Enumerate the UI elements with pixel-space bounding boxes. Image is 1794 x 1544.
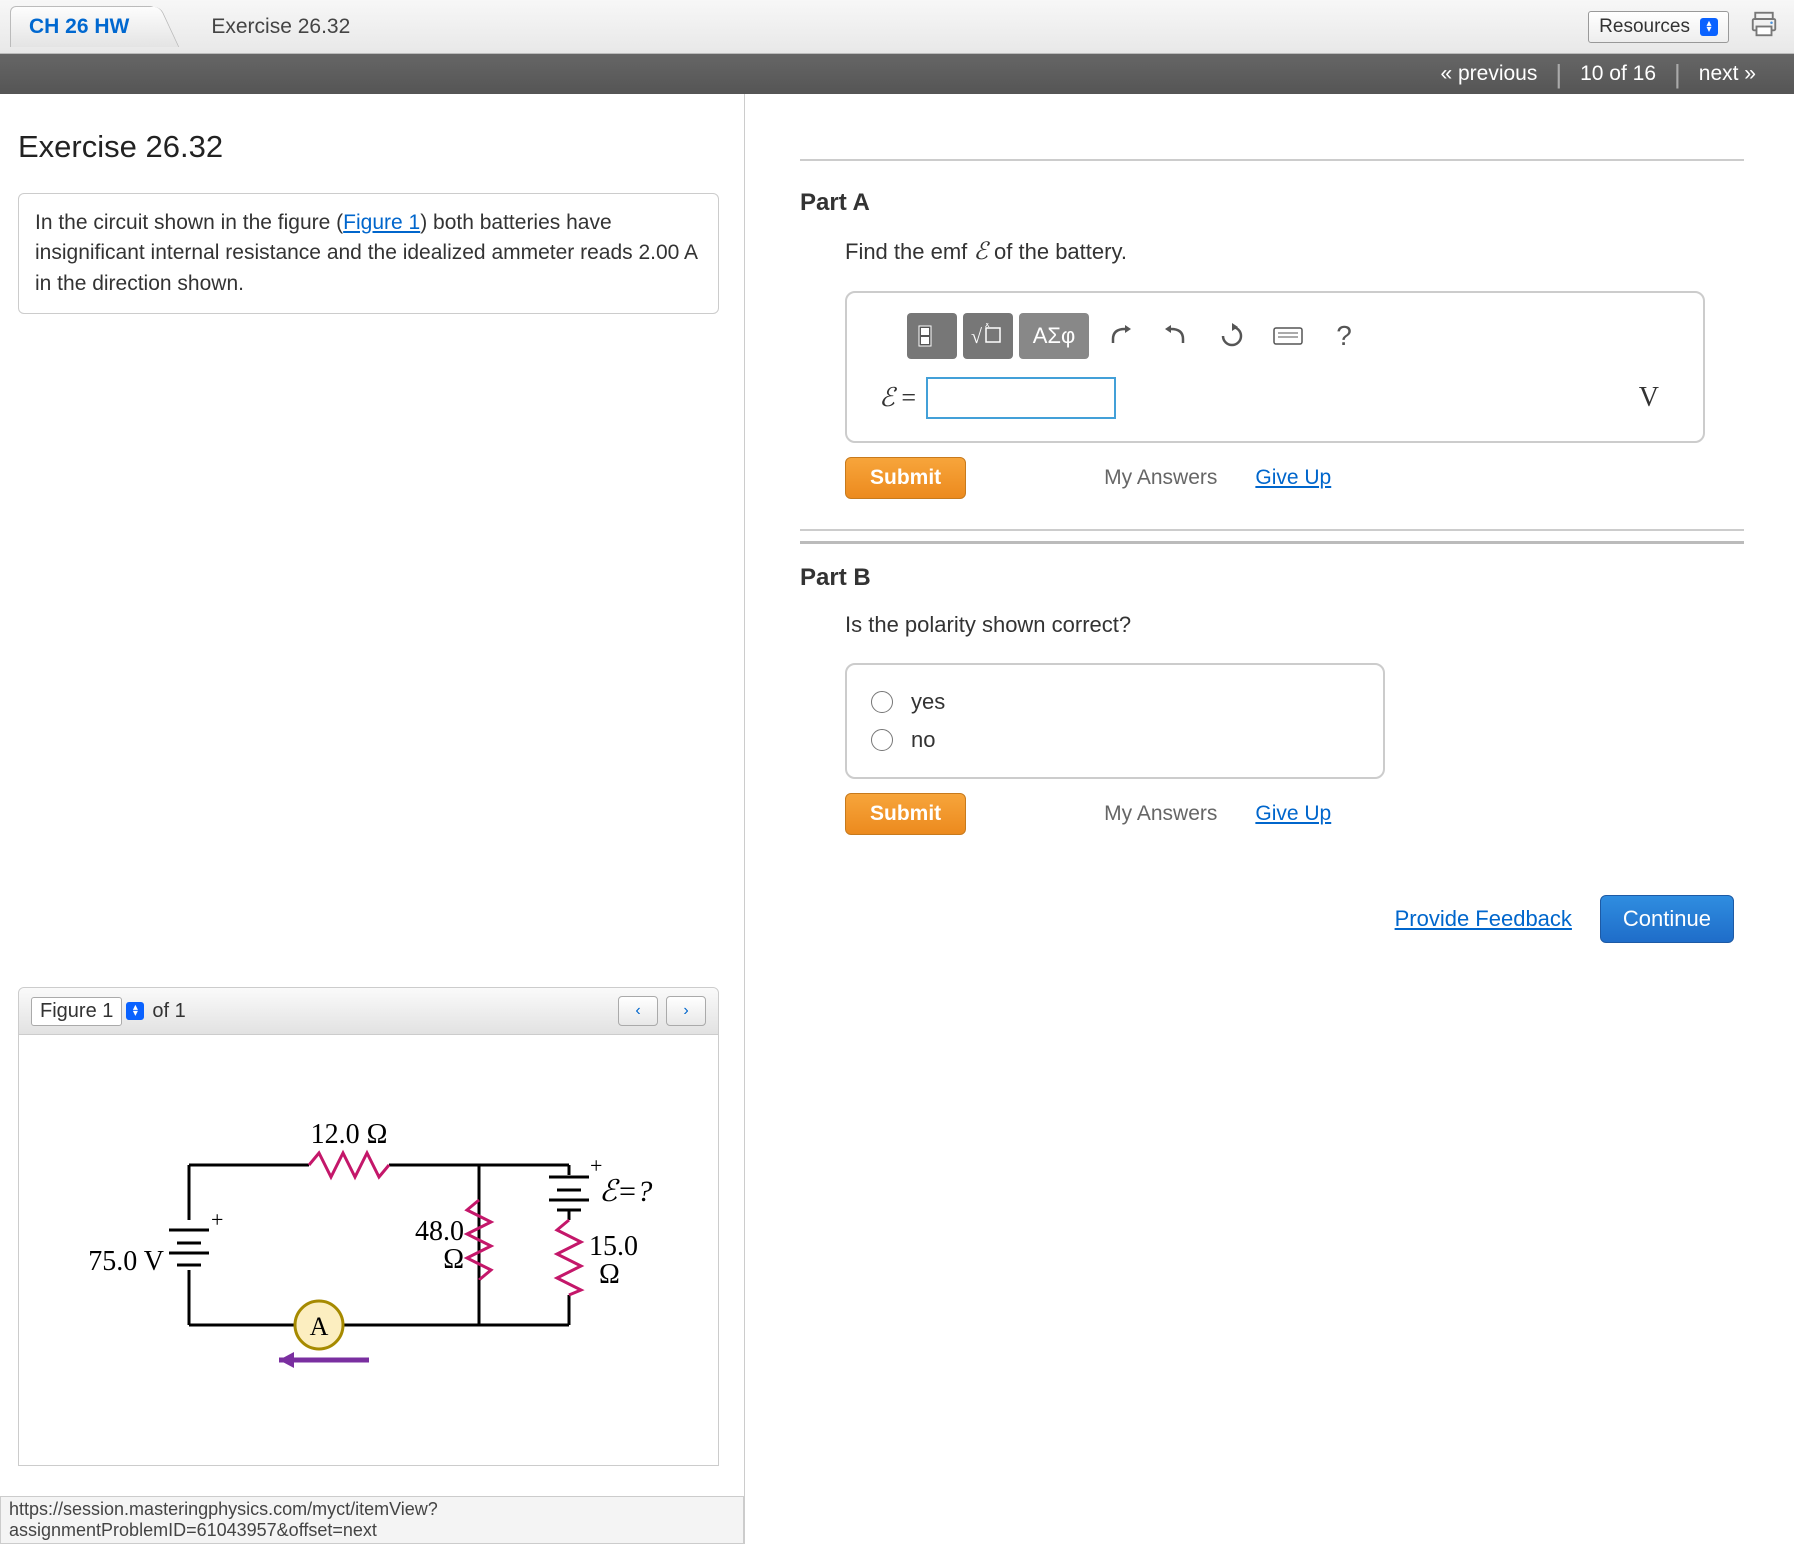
keyboard-icon	[1273, 325, 1303, 347]
svg-text:√: √	[971, 326, 982, 348]
resources-label: Resources	[1599, 16, 1690, 38]
print-button[interactable]	[1749, 9, 1779, 45]
answer-box-b: yes no	[845, 663, 1385, 779]
emf-label: ℰ=?	[599, 1175, 652, 1208]
my-answers-link-b[interactable]: My Answers	[1104, 802, 1217, 826]
option-yes[interactable]: yes	[871, 683, 1359, 721]
reset-icon	[1219, 323, 1245, 349]
nav-bar: « previous | 10 of 16 | next »	[0, 54, 1794, 94]
reset-button[interactable]	[1207, 313, 1257, 359]
position-indicator: 10 of 16	[1562, 62, 1674, 86]
figure-dropdown-icon[interactable]	[126, 1002, 144, 1020]
undo-button[interactable]	[1095, 313, 1145, 359]
nav-separator: |	[1674, 59, 1681, 90]
assignment-label: CH 26 HW	[29, 15, 129, 38]
my-answers-link-a[interactable]: My Answers	[1104, 466, 1217, 490]
q-text: of the battery.	[988, 239, 1127, 264]
part-a-heading: Part A	[800, 169, 1744, 217]
templates-button[interactable]	[907, 313, 957, 359]
answer-panel: Part A Find the emf ℰ of the battery. √x…	[745, 94, 1794, 1544]
problem-statement: In the circuit shown in the figure (Figu…	[18, 193, 719, 314]
undo-icon	[1107, 323, 1133, 349]
exercise-label: Exercise 26.32	[211, 15, 350, 38]
help-button[interactable]: ?	[1319, 313, 1369, 359]
redo-button[interactable]	[1151, 313, 1201, 359]
resources-button[interactable]: Resources	[1588, 11, 1729, 43]
radio-yes[interactable]	[871, 691, 893, 713]
variable-label: ℰ =	[871, 383, 926, 413]
ammeter-label: A	[309, 1312, 328, 1341]
separator	[800, 529, 1744, 531]
q-text: Find the emf	[845, 239, 973, 264]
r-top-label: 12.0 Ω	[310, 1119, 387, 1150]
svg-text:x: x	[985, 323, 990, 329]
figure-body: 12.0 Ω + ℰ=?	[19, 1035, 718, 1465]
assignment-tab[interactable]: CH 26 HW	[10, 6, 156, 47]
part-a-question: Find the emf ℰ of the battery.	[845, 237, 1744, 266]
dropdown-icon	[1700, 18, 1718, 36]
breadcrumb-bar: CH 26 HW Exercise 26.32 Resources	[0, 0, 1794, 54]
figure-selector[interactable]: Figure 1	[31, 997, 122, 1026]
submit-button-a[interactable]: Submit	[845, 457, 966, 499]
circuit-diagram: 12.0 Ω + ℰ=?	[69, 1095, 669, 1385]
prev-button[interactable]: « previous	[1422, 62, 1555, 86]
figure-header: Figure 1 of 1 ‹ ›	[19, 988, 718, 1035]
keyboard-button[interactable]	[1263, 313, 1313, 359]
give-up-link-a[interactable]: Give Up	[1255, 466, 1331, 490]
figure-next-button[interactable]: ›	[666, 996, 706, 1026]
redo-icon	[1163, 323, 1189, 349]
exercise-tab: Exercise 26.32	[181, 7, 380, 47]
figure-panel: Figure 1 of 1 ‹ ›	[18, 987, 719, 1466]
part-b-question: Is the polarity shown correct?	[845, 612, 1744, 638]
option-no-label: no	[911, 727, 935, 753]
r-right-label: 15.0Ω	[589, 1231, 638, 1290]
svg-text:48.0Ω: 48.0Ω	[415, 1216, 464, 1275]
answer-box-a: √x ΑΣφ ?	[845, 291, 1705, 443]
svg-text:+: +	[211, 1207, 223, 1232]
continue-button[interactable]: Continue	[1600, 895, 1734, 943]
part-b-heading: Part B	[800, 541, 1744, 592]
option-no[interactable]: no	[871, 721, 1359, 759]
option-yes-label: yes	[911, 689, 945, 715]
give-up-link-b[interactable]: Give Up	[1255, 802, 1331, 826]
separator	[800, 159, 1744, 161]
exercise-title: Exercise 26.32	[18, 129, 719, 165]
v-left-label: 75.0 V	[88, 1246, 164, 1277]
greek-button[interactable]: ΑΣφ	[1019, 313, 1089, 359]
nav-separator: |	[1555, 59, 1562, 90]
submit-button-b[interactable]: Submit	[845, 793, 966, 835]
next-button[interactable]: next »	[1681, 62, 1774, 86]
emf-symbol: ℰ	[973, 239, 988, 265]
figure-link[interactable]: Figure 1	[343, 211, 420, 234]
status-bar: https://session.masteringphysics.com/myc…	[0, 1496, 744, 1544]
figure-count: of 1	[152, 1000, 185, 1023]
radio-no[interactable]	[871, 729, 893, 751]
formula-toolbar: √x ΑΣφ ?	[847, 293, 1703, 377]
unit-label: V	[1639, 382, 1679, 414]
sqrt-button[interactable]: √x	[963, 313, 1013, 359]
answer-input-a[interactable]	[926, 377, 1116, 419]
problem-text-pre: In the circuit shown in the figure (	[35, 211, 343, 234]
print-icon	[1749, 9, 1779, 39]
templates-icon	[917, 323, 947, 349]
figure-prev-button[interactable]: ‹	[618, 996, 658, 1026]
sqrt-icon: √x	[971, 323, 1005, 349]
provide-feedback-link[interactable]: Provide Feedback	[1395, 906, 1572, 932]
problem-panel: Exercise 26.32 In the circuit shown in t…	[0, 94, 745, 1544]
